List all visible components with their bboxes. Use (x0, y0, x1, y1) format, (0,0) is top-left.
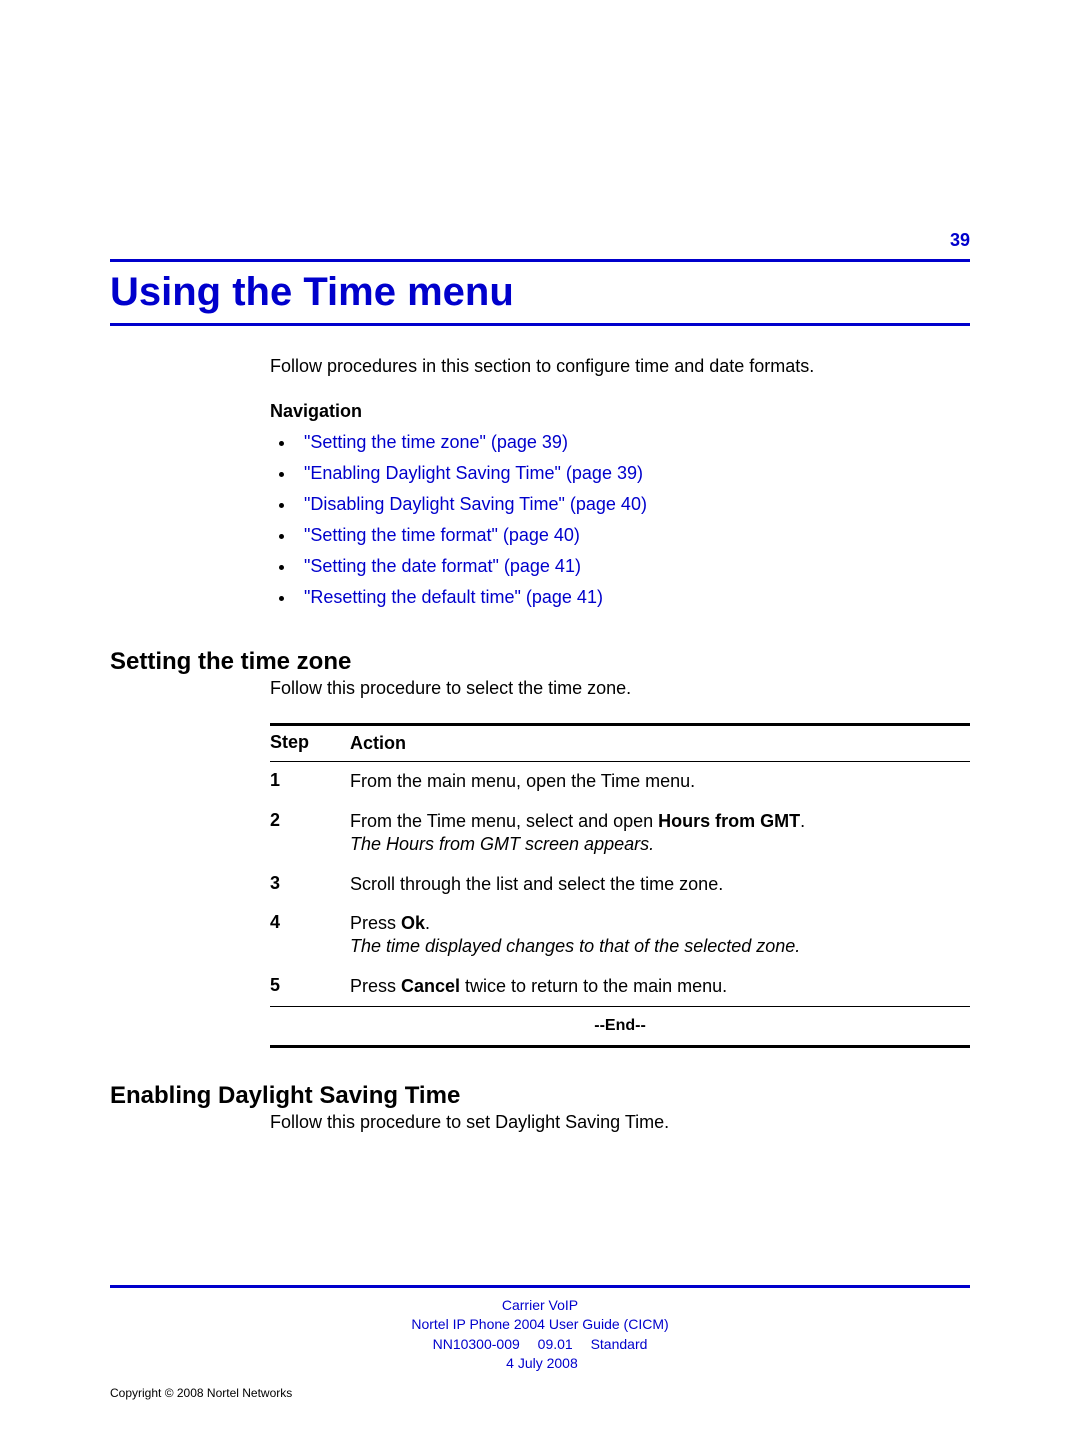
copyright-text: Copyright © 2008 Nortel Networks (110, 1386, 970, 1400)
page-footer: Carrier VoIP Nortel IP Phone 2004 User G… (110, 1285, 970, 1400)
nav-link[interactable]: "Enabling Daylight Saving Time" (page 39… (304, 463, 643, 483)
step-action: From the Time menu, select and open Hour… (350, 810, 970, 857)
nav-link[interactable]: "Setting the time format" (page 40) (304, 525, 580, 545)
navigation-list: "Setting the time zone" (page 39) "Enabl… (270, 432, 970, 608)
step-action: From the main menu, open the Time menu. (350, 770, 970, 793)
footer-line: NN10300-009 09.01 Standard (433, 1336, 648, 1352)
nav-item[interactable]: "Resetting the default time" (page 41) (296, 587, 970, 608)
page-number: 39 (110, 230, 970, 251)
action-bold: Cancel (401, 976, 460, 996)
action-text: Press (350, 913, 401, 933)
nav-item[interactable]: "Setting the time format" (page 40) (296, 525, 970, 546)
title-rule-bottom (110, 323, 970, 326)
action-text: . (425, 913, 430, 933)
footer-line: Nortel IP Phone 2004 User Guide (CICM) (411, 1316, 668, 1332)
col-header-action: Action (350, 732, 970, 755)
action-text: Press (350, 976, 401, 996)
table-row: 5 Press Cancel twice to return to the ma… (270, 967, 970, 1006)
section-desc: Follow this procedure to set Daylight Sa… (270, 1112, 970, 1133)
title-rule-top (110, 259, 970, 262)
section-title-dst: Enabling Daylight Saving Time (110, 1082, 970, 1110)
section-title-time-zone: Setting the time zone (110, 648, 970, 676)
table-row: 2 From the Time menu, select and open Ho… (270, 802, 970, 865)
action-text: From the Time menu, select and open (350, 811, 658, 831)
action-result: The time displayed changes to that of th… (350, 936, 800, 956)
table-row: 4 Press Ok. The time displayed changes t… (270, 904, 970, 967)
step-action: Press Ok. The time displayed changes to … (350, 912, 970, 959)
action-bold: Ok (401, 913, 425, 933)
table-row: 1 From the main menu, open the Time menu… (270, 762, 970, 801)
section-desc: Follow this procedure to select the time… (270, 678, 970, 699)
step-action: Scroll through the list and select the t… (350, 873, 970, 896)
nav-link[interactable]: "Setting the date format" (page 41) (304, 556, 581, 576)
action-text: . (800, 811, 805, 831)
procedure-end: --End-- (270, 1007, 970, 1045)
nav-item[interactable]: "Setting the time zone" (page 39) (296, 432, 970, 453)
nav-link[interactable]: "Resetting the default time" (page 41) (304, 587, 603, 607)
footer-line: Carrier VoIP (502, 1297, 578, 1313)
procedure-table: Step Action 1 From the main menu, open t… (270, 723, 970, 1048)
footer-rule (110, 1285, 970, 1288)
chapter-title: Using the Time menu (110, 270, 970, 315)
nav-item[interactable]: "Disabling Daylight Saving Time" (page 4… (296, 494, 970, 515)
step-action: Press Cancel twice to return to the main… (350, 975, 970, 998)
nav-link[interactable]: "Disabling Daylight Saving Time" (page 4… (304, 494, 647, 514)
step-number: 2 (270, 810, 350, 857)
col-header-step: Step (270, 732, 350, 755)
step-number: 4 (270, 912, 350, 959)
nav-link[interactable]: "Setting the time zone" (page 39) (304, 432, 568, 452)
action-result: The Hours from GMT screen appears. (350, 834, 654, 854)
step-number: 5 (270, 975, 350, 998)
intro-text: Follow procedures in this section to con… (270, 356, 970, 377)
step-number: 1 (270, 770, 350, 793)
nav-item[interactable]: "Setting the date format" (page 41) (296, 556, 970, 577)
navigation-heading: Navigation (270, 401, 970, 422)
action-text: twice to return to the main menu. (460, 976, 727, 996)
table-header-row: Step Action (270, 726, 970, 761)
footer-line: 4 July 2008 (502, 1355, 578, 1371)
footer-text: Carrier VoIP Nortel IP Phone 2004 User G… (110, 1296, 970, 1374)
nav-item[interactable]: "Enabling Daylight Saving Time" (page 39… (296, 463, 970, 484)
table-row: 3 Scroll through the list and select the… (270, 865, 970, 904)
table-rule (270, 1045, 970, 1048)
action-bold: Hours from GMT (658, 811, 800, 831)
step-number: 3 (270, 873, 350, 896)
